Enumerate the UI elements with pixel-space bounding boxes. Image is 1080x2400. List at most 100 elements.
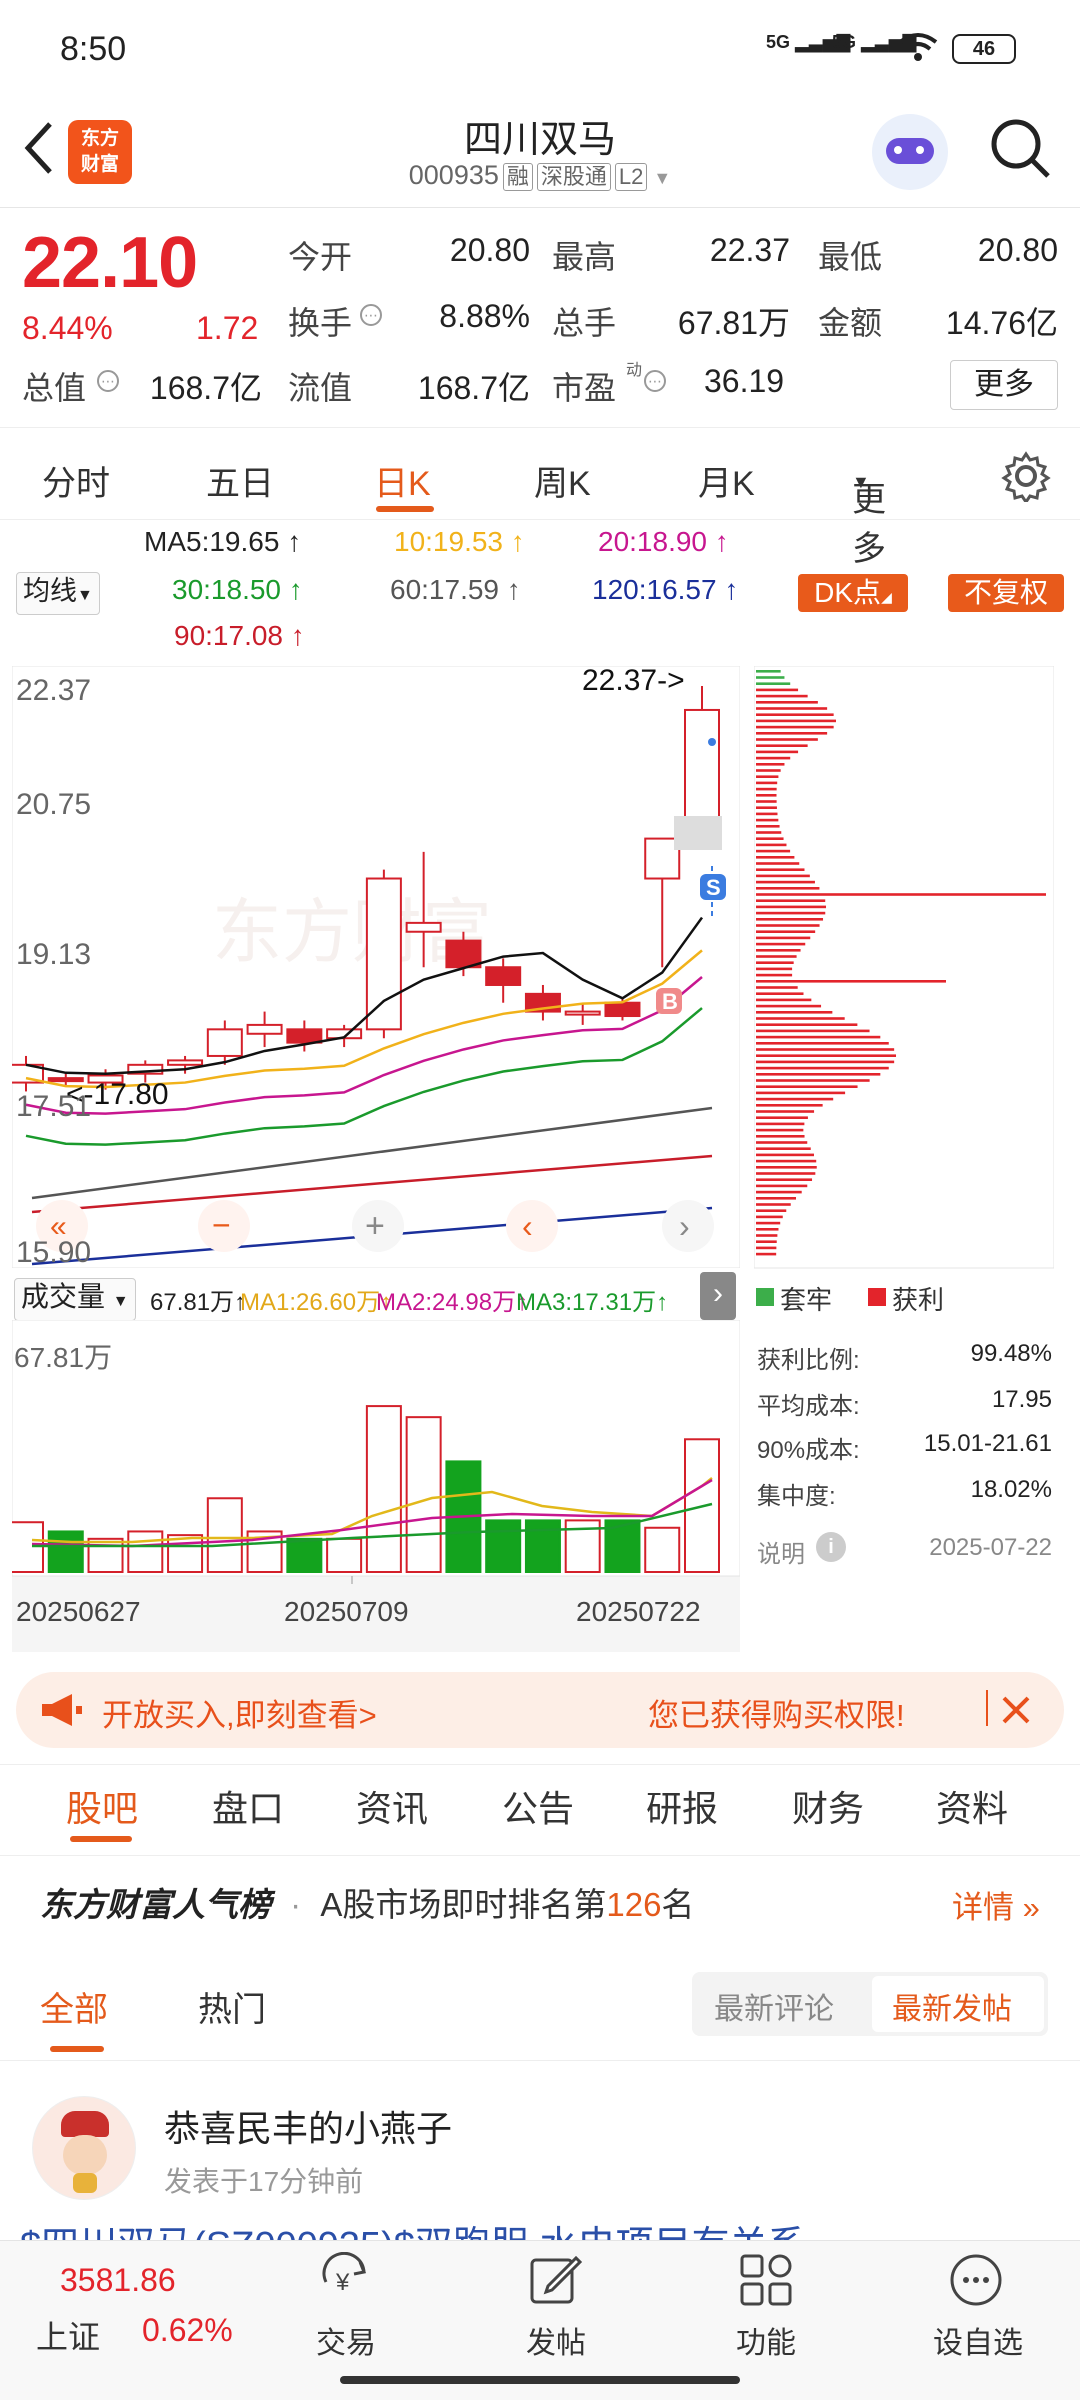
chip-bar	[756, 1029, 870, 1033]
chip-bar	[756, 1073, 881, 1076]
post-content[interactable]: $四川双马(SZ000935)$双跑胆 水电项目有关系	[20, 2214, 1060, 2240]
tab-announcements[interactable]: 公告	[502, 1780, 574, 1832]
y-axis-label-3: 19.13	[16, 938, 92, 971]
zoom-in-icon[interactable]: +	[365, 1207, 385, 1245]
post-author[interactable]: 恭喜民丰的小燕子	[164, 2100, 452, 2152]
chip-bar	[756, 942, 806, 946]
kline-chart[interactable]: 东方财富 S B 22.37-> <-17.80 « − + ‹ ›	[12, 666, 740, 1268]
feed-tab-all[interactable]: 全部	[40, 1982, 108, 2031]
x-axis-date-1: 20250627	[16, 1596, 141, 1627]
feed-tab-hot[interactable]: 热门	[198, 1982, 266, 2031]
chip-distribution-chart[interactable]	[754, 666, 1054, 1270]
banner-right-text[interactable]: 您已获得购买权限!	[648, 1690, 905, 1735]
tab-daily-k[interactable]: 日K	[374, 456, 431, 505]
label-amount: 金额	[818, 305, 883, 341]
scroll-left-icon[interactable]: ‹	[522, 1208, 533, 1244]
ma20-value: 20:18.90 ↑	[598, 526, 729, 557]
sort-latest-post[interactable]: 最新发帖	[892, 1984, 1012, 2028]
info-dots-icon-2[interactable]: ⋯	[360, 304, 382, 326]
more-button[interactable]: 更多	[950, 360, 1058, 410]
nav-functions[interactable]: 功能	[706, 2318, 826, 2362]
info-icon[interactable]: i	[816, 1532, 846, 1562]
tab-profile[interactable]: 资料	[936, 1780, 1008, 1832]
change-percent: 8.44%	[22, 310, 113, 346]
volume-selector[interactable]: 成交量 ▼	[14, 1278, 136, 1321]
current-price: 22.10	[22, 223, 198, 303]
popularity-rank-row[interactable]: 东方财富人气榜 · A股市场即时排名第126名	[40, 1878, 694, 1926]
chip-bar	[756, 1197, 797, 1200]
scroll-right-icon[interactable]: ›	[679, 1208, 690, 1244]
info-dots-icon[interactable]: ⋯	[97, 370, 119, 392]
search-icon[interactable]	[986, 114, 1056, 184]
chip-bar	[756, 1054, 897, 1057]
nav-post[interactable]: 发帖	[496, 2318, 616, 2362]
volume-bar	[47, 1530, 84, 1573]
stat-date: 2025-07-22	[929, 1534, 1052, 1561]
index-name[interactable]: 上证	[36, 2312, 100, 2358]
ma120-value: 120:16.57 ↑	[592, 574, 739, 605]
stock-code: 000935	[408, 160, 499, 190]
chip-bar	[756, 775, 779, 778]
trade-icon[interactable]: ¥	[316, 2252, 376, 2308]
chip-bar	[756, 1221, 781, 1225]
no-adjust-button[interactable]: 不复权	[948, 574, 1064, 612]
chip-bar	[756, 1091, 846, 1095]
tab-research[interactable]: 研报	[646, 1780, 718, 1832]
ma-selector[interactable]: 均线▼	[16, 572, 100, 615]
tab-news[interactable]: 资讯	[356, 1780, 428, 1832]
volume-ma2: MA2:24.98万↑	[376, 1289, 529, 1316]
rank-detail-link[interactable]: 详情 »	[952, 1882, 1040, 1927]
compose-icon[interactable]	[528, 2252, 584, 2308]
candle	[445, 939, 482, 969]
legend-profit-swatch	[868, 1288, 886, 1306]
svg-text:¥: ¥	[335, 2269, 350, 2296]
dk-point-button[interactable]: DK点◢	[798, 574, 908, 612]
chip-bar	[756, 967, 793, 971]
chip-bar	[756, 713, 834, 716]
tab-monthly-k[interactable]: 月K	[698, 456, 755, 505]
tab-pankou[interactable]: 盘口	[212, 1780, 284, 1832]
candle	[684, 708, 720, 827]
volume-top-label: 67.81万	[14, 1342, 113, 1373]
explain-link[interactable]: 说明	[757, 1534, 805, 1569]
grid-icon[interactable]	[738, 2252, 794, 2308]
chip-bar	[756, 1079, 870, 1082]
tab-finance[interactable]: 财务	[792, 1780, 864, 1832]
value-pe: 36.19	[704, 363, 785, 399]
battery-icon: 46	[952, 34, 1016, 64]
zoom-out-icon[interactable]: −	[212, 1207, 231, 1243]
chip-bar	[756, 986, 798, 989]
index-change[interactable]: 0.62%	[142, 2312, 233, 2349]
banner-left-text[interactable]: 开放买入,即刻查看>	[102, 1690, 377, 1735]
chip-bar	[756, 1023, 858, 1026]
volume-bar	[286, 1537, 323, 1573]
tab-weekly-k[interactable]: 周K	[534, 456, 591, 505]
expand-panel-icon[interactable]: ›	[700, 1272, 736, 1320]
stat-profit-ratio-label: 获利比例:	[757, 1347, 860, 1374]
label-float-value: 流值	[288, 370, 353, 406]
tab-five-day[interactable]: 五日	[206, 456, 274, 505]
chip-bar	[756, 1153, 814, 1157]
sort-latest-comment[interactable]: 最新评论	[714, 1984, 834, 2028]
value-total-value: 168.7亿	[149, 370, 262, 406]
avatar[interactable]	[32, 2096, 136, 2200]
tag-margin: 融	[502, 163, 533, 191]
index-value[interactable]: 3581.86	[60, 2262, 176, 2299]
info-dots-icon-3[interactable]: ⋯	[644, 370, 666, 392]
chip-bar	[756, 936, 811, 940]
tab-intraday[interactable]: 分时	[42, 456, 110, 505]
ma60-value: 60:17.59 ↑	[390, 574, 521, 605]
chevron-down-icon[interactable]: ▼	[653, 168, 671, 188]
chip-bar	[756, 955, 797, 958]
gear-icon[interactable]	[1000, 450, 1052, 502]
chip-bar	[756, 831, 782, 834]
tab-guba[interactable]: 股吧	[66, 1780, 138, 1832]
nav-watchlist[interactable]: 设自选	[918, 2318, 1038, 2362]
nav-trade[interactable]: 交易	[286, 2318, 406, 2362]
more-dots-icon[interactable]	[948, 2252, 1004, 2308]
chip-bar	[756, 1048, 895, 1051]
stat-profit-ratio-value: 99.48%	[970, 1340, 1052, 1367]
banner-divider	[986, 1690, 988, 1726]
close-icon[interactable]	[1000, 1694, 1032, 1726]
robot-assistant-icon[interactable]	[872, 114, 948, 190]
